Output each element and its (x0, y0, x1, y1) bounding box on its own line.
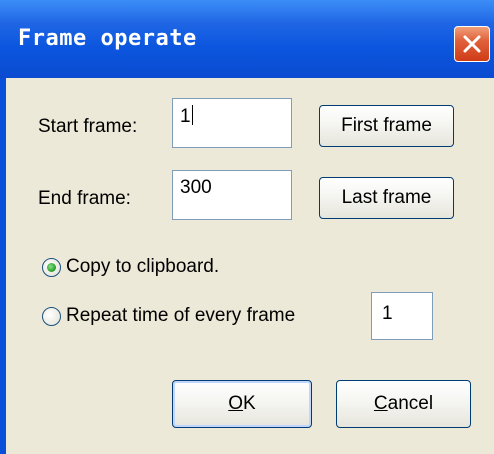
repeat-time-value: 1 (382, 303, 393, 324)
start-frame-value: 1 (180, 106, 191, 127)
end-frame-value: 300 (180, 177, 212, 198)
first-frame-button-label: First frame (341, 115, 432, 136)
repeat-time-input[interactable]: 1 (371, 292, 433, 340)
close-icon (463, 35, 481, 53)
dialog-title: Frame operate (18, 26, 197, 51)
end-frame-label: End frame: (38, 188, 131, 209)
frame-operate-dialog: Frame operate Start frame: 1 First frame… (0, 0, 494, 454)
text-caret (191, 105, 193, 125)
start-frame-input[interactable]: 1 (172, 98, 292, 148)
close-button[interactable] (454, 26, 490, 62)
title-bar[interactable]: Frame operate (0, 0, 494, 78)
repeat-time-label[interactable]: Repeat time of every frame (66, 305, 295, 327)
start-frame-label: Start frame: (38, 116, 138, 137)
last-frame-button[interactable]: Last frame (319, 177, 454, 219)
end-frame-input[interactable]: 300 (172, 170, 292, 220)
copy-to-clipboard-radio[interactable] (42, 258, 61, 277)
repeat-time-radio[interactable] (42, 307, 61, 326)
cancel-button-label: Cancel (373, 393, 434, 414)
window-border (0, 78, 6, 454)
ok-button[interactable]: OK (172, 380, 312, 428)
last-frame-button-label: Last frame (341, 187, 432, 208)
copy-to-clipboard-label[interactable]: Copy to clipboard. (66, 256, 219, 278)
ok-button-label: OK (228, 393, 256, 414)
radio-selected-dot (47, 263, 56, 272)
cancel-button[interactable]: Cancel (336, 380, 471, 428)
first-frame-button[interactable]: First frame (319, 105, 454, 147)
